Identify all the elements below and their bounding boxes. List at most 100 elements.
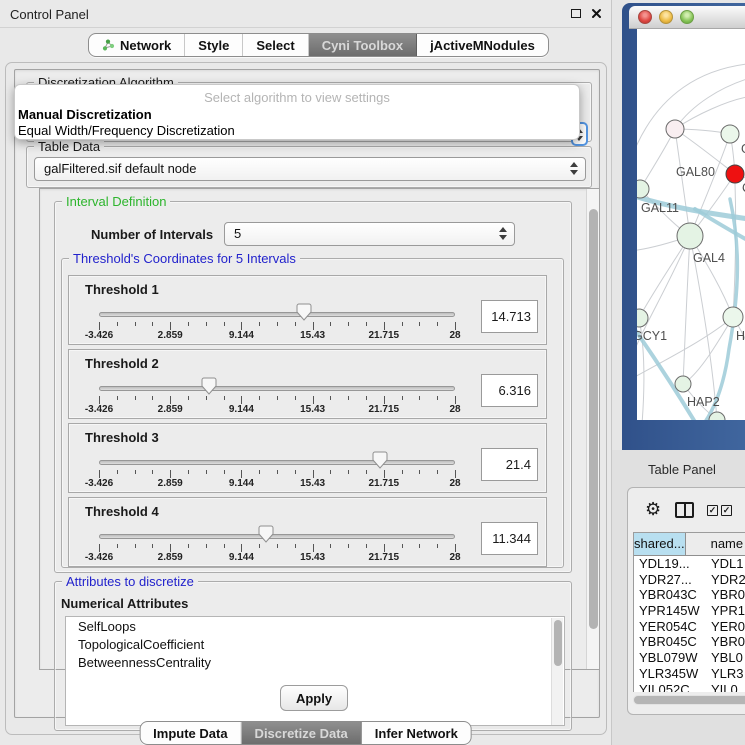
- threshold-slider-track[interactable]: [99, 386, 455, 391]
- threshold-value-field[interactable]: 21.4: [481, 448, 538, 481]
- scrollbar-vertical[interactable]: [586, 189, 599, 669]
- tab-cyni-toolbox[interactable]: Cyni Toolbox: [309, 34, 417, 56]
- network-canvas[interactable]: GAL80GCGAL11GAL4GCY1HHAP2: [637, 29, 745, 420]
- threshold-value-field[interactable]: 6.316: [481, 374, 538, 407]
- attribute-list-item[interactable]: BetweennessCentrality: [66, 653, 564, 671]
- threshold-value-field[interactable]: 11.344: [481, 522, 538, 555]
- table-row[interactable]: YLR345WYLR3: [634, 666, 745, 682]
- table-row[interactable]: YDR27...YDR2: [634, 572, 745, 588]
- tab-jactivemnodules[interactable]: jActiveMNodules: [417, 34, 548, 56]
- tab-style[interactable]: Style: [185, 34, 243, 56]
- algorithm-hint-item[interactable]: Select algorithm to view settings: [15, 90, 579, 105]
- table-toolbar: ⚙ ✓ ✓: [628, 488, 745, 530]
- network-window-titlebar[interactable]: [629, 6, 745, 29]
- table-hscrollbar-thumb[interactable]: [634, 696, 745, 704]
- tab-select[interactable]: Select: [243, 34, 308, 56]
- scrollbar-thumb[interactable]: [589, 209, 598, 629]
- slider-ticks: [99, 470, 455, 478]
- float-icon[interactable]: [571, 9, 581, 18]
- network-edge[interactable]: [675, 129, 690, 236]
- node-label: H: [736, 329, 745, 343]
- network-edge[interactable]: [640, 129, 675, 189]
- threshold-slider-track[interactable]: [99, 534, 455, 539]
- threshold-slider-track[interactable]: [99, 312, 455, 317]
- tab-discretize-data[interactable]: Discretize Data: [242, 722, 362, 744]
- zoom-traffic-light[interactable]: [680, 10, 694, 24]
- network-node-gal80[interactable]: [666, 120, 684, 138]
- attribute-list-item[interactable]: SelfLoops: [66, 617, 564, 635]
- table-cell: YLR3: [707, 666, 745, 682]
- gear-icon[interactable]: ⚙: [645, 500, 661, 518]
- checkbox-icon[interactable]: ✓: [721, 505, 732, 516]
- close-icon[interactable]: [591, 8, 602, 19]
- num-intervals-value: 5: [234, 226, 241, 241]
- network-edge[interactable]: [683, 236, 690, 384]
- node-label: HAP2: [687, 395, 720, 409]
- algorithm-option[interactable]: Manual Discretization: [18, 107, 152, 122]
- table-cell: YBR0: [707, 634, 745, 650]
- list-scrollbar-thumb[interactable]: [554, 620, 562, 666]
- list-scrollbar[interactable]: [551, 618, 563, 726]
- network-edge[interactable]: [690, 134, 730, 236]
- table-cell: YIL0: [707, 682, 745, 693]
- network-node-gal11[interactable]: [637, 180, 649, 198]
- threshold-value-field[interactable]: 14.713: [481, 300, 538, 333]
- threshold-panel: Threshold 4-3.4262.8599.14415.4321.71528…: [68, 497, 547, 567]
- combo-arrows-icon: [570, 162, 579, 176]
- threshold-panel: Threshold 1 -3.4262.8599.14415.4321.71528…: [68, 275, 547, 345]
- network-edge[interactable]: [675, 79, 745, 129]
- tab-network[interactable]: Network: [89, 34, 185, 56]
- node-table[interactable]: shared...name YDL19...YDL1YDR27...YDR2YB…: [633, 532, 745, 692]
- table-cell: YBL0: [707, 650, 745, 666]
- threshold-label: Threshold 1: [85, 282, 159, 297]
- interval-definition-label: Interval Definition: [62, 194, 170, 209]
- network-window: GAL80GCGAL11GAL4GCY1HHAP2: [622, 3, 745, 450]
- close-traffic-light[interactable]: [638, 10, 652, 24]
- table-row[interactable]: YBR045CYBR0: [634, 634, 745, 650]
- network-edge[interactable]: [690, 236, 733, 317]
- node-label: GAL11: [641, 201, 679, 215]
- network-node-g[interactable]: [721, 125, 739, 143]
- interval-definition-group: Interval Definition Number of Intervals …: [54, 201, 572, 573]
- slider-tick-labels: -3.4262.8599.14415.4321.71528: [99, 330, 455, 342]
- checkbox-icon[interactable]: ✓: [707, 505, 718, 516]
- slider-ticks: [99, 544, 455, 552]
- table-row[interactable]: YBR043CYBR0: [634, 587, 745, 603]
- table-row[interactable]: YER054CYER0: [634, 619, 745, 635]
- control-panel-titlebar: Control Panel: [0, 0, 611, 28]
- discretize-data-page: Discretization Algorithm Table Data galF…: [14, 69, 600, 718]
- node-label: GAL80: [676, 165, 715, 179]
- minimize-traffic-light[interactable]: [659, 10, 673, 24]
- num-intervals-label: Number of Intervals: [91, 227, 213, 242]
- attribute-list-item[interactable]: TopologicalCoefficient: [66, 635, 564, 653]
- threshold-slider-track[interactable]: [99, 460, 455, 465]
- network-edge[interactable]: [637, 64, 745, 159]
- algorithm-option[interactable]: Equal Width/Frequency Discretization: [18, 123, 235, 138]
- network-node-gal4[interactable]: [677, 223, 703, 249]
- table-row[interactable]: YBL079WYBL0: [634, 650, 745, 666]
- table-row[interactable]: YIL052CYIL0: [634, 682, 745, 693]
- table-row[interactable]: YPR145WYPR1: [634, 603, 745, 619]
- tab-infer-network[interactable]: Infer Network: [362, 722, 471, 744]
- table-data-combo[interactable]: galFiltered.sif default node: [34, 157, 586, 181]
- network-node-hap2[interactable]: [675, 376, 691, 392]
- network-node-h[interactable]: [723, 307, 743, 327]
- table-cell: YIL052C: [634, 682, 707, 693]
- tab-impute-data[interactable]: Impute Data: [140, 722, 241, 744]
- table-cell: YER0: [707, 619, 745, 635]
- table-cell: YBR0: [707, 587, 745, 603]
- table-hscrollbar[interactable]: [633, 695, 745, 705]
- node-label: GCY1: [637, 329, 667, 343]
- columns-icon[interactable]: [675, 502, 694, 518]
- column-header-0[interactable]: shared...: [634, 533, 686, 556]
- thresholds-group-label: Threshold's Coordinates for 5 Intervals: [69, 251, 300, 266]
- slider-tick-labels: -3.4262.8599.14415.4321.71528: [99, 478, 455, 490]
- network-edge[interactable]: [675, 97, 745, 129]
- table-row[interactable]: YDL19...YDL1: [634, 556, 745, 572]
- tab-label: Select: [256, 38, 294, 53]
- table-cell: YDR2: [707, 572, 745, 588]
- column-header-1[interactable]: name: [686, 533, 745, 556]
- tab-label: Infer Network: [375, 726, 458, 741]
- num-intervals-combo[interactable]: 5: [224, 222, 515, 246]
- apply-button[interactable]: Apply: [280, 685, 348, 711]
